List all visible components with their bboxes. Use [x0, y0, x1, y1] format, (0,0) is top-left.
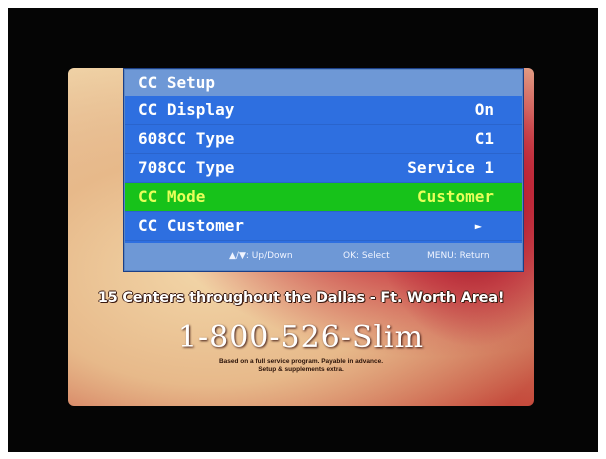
menu-return-hint: MENU: Return: [427, 251, 490, 261]
ad-phone-number: 1-800-526-Slim: [177, 320, 425, 355]
menu-footer-hints: ▲/▼: Up/Down OK: Select MENU: Return: [125, 243, 522, 270]
menu-item-cc-mode[interactable]: CC Mode Customer: [125, 183, 522, 212]
ad-fineprint: Based on a full service program. Payable…: [68, 358, 534, 374]
menu-item-label: 608CC Type: [138, 129, 235, 148]
menu-item-value: Service 1: [407, 158, 494, 177]
menu-item-label: CC Mode: [138, 187, 206, 206]
submenu-arrow-icon: ►: [474, 219, 482, 233]
menu-item-708cc-type[interactable]: 708CC Type Service 1: [125, 154, 522, 183]
ad-fineprint-line-2: Setup & supplements extra.: [258, 366, 344, 373]
ad-tagline: 15 Centers throughout the Dallas - Ft. W…: [97, 290, 505, 306]
menu-item-cc-customer[interactable]: CC Customer ►: [125, 212, 522, 241]
menu-item-label: 708CC Type: [138, 158, 235, 177]
ad-fineprint-line-1: Based on a full service program. Payable…: [218, 358, 383, 365]
menu-item-value: On: [474, 100, 494, 119]
ok-select-hint: OK: Select: [343, 251, 390, 261]
menu-item-value: Customer: [416, 187, 494, 206]
menu-title: CC Setup: [125, 70, 522, 96]
menu-item-608cc-type[interactable]: 608CC Type C1: [125, 125, 522, 154]
menu-item-label: CC Customer: [138, 216, 244, 235]
menu-item-value: C1: [474, 129, 494, 148]
cc-setup-menu: CC Setup CC Display On 608CC Type C1 708…: [124, 69, 523, 271]
up-down-hint: ▲/▼: Up/Down: [229, 251, 293, 261]
menu-item-label: CC Display: [138, 100, 235, 119]
menu-item-cc-display[interactable]: CC Display On: [125, 96, 522, 125]
